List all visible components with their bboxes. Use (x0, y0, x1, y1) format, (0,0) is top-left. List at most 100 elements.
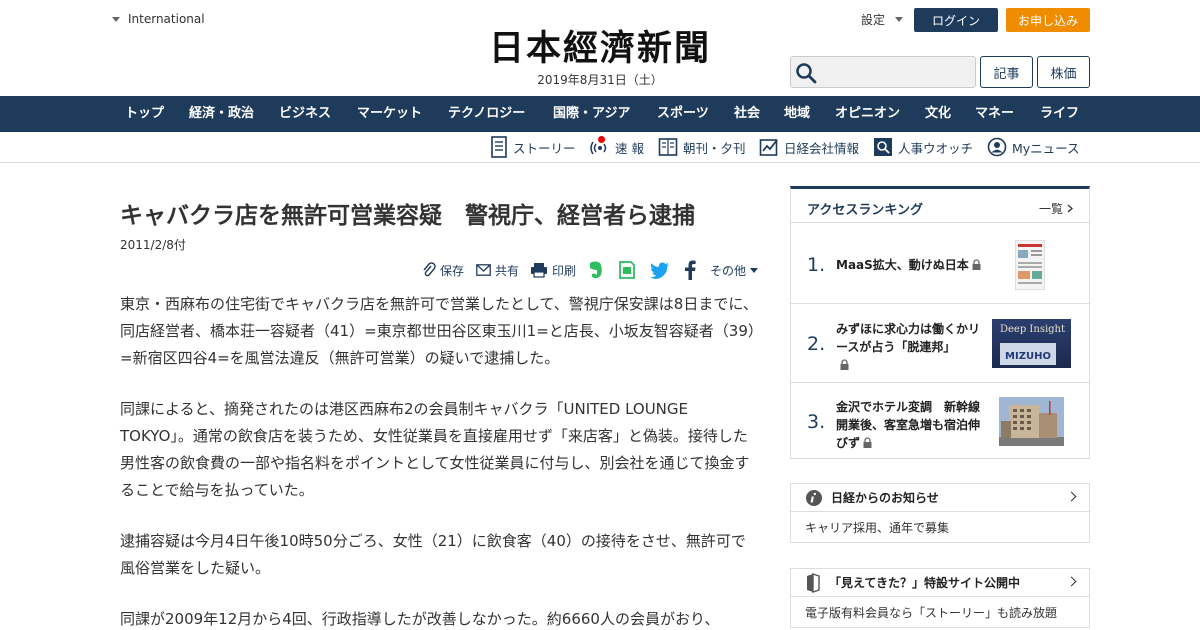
login-button[interactable]: ログイン (914, 8, 998, 32)
info-icon (806, 489, 822, 506)
search-input[interactable] (790, 56, 976, 88)
triangle-down-icon (112, 16, 120, 22)
broadcast-icon (590, 136, 610, 157)
thumbnail-caption: Deep Insight (1000, 324, 1066, 335)
nav-item-money[interactable]: マネー (975, 96, 1014, 132)
region-selector[interactable]: International (112, 12, 205, 26)
svg-text:日本經濟新聞: 日本經濟新聞 (489, 28, 711, 68)
nav-item-culture[interactable]: 文化 (925, 96, 951, 132)
ranking-item[interactable]: 2. みずほに求心力は働くかリースが占う「脱連邦」 Deep Insight M… (791, 305, 1089, 383)
notice-body: キャリア採用、通年で募集 (805, 520, 950, 535)
ranking-title-text: 金沢でホテル変調 新幹線開業後、客室急増も宿泊伸びず (836, 398, 986, 452)
ranking-number: 3. (807, 411, 826, 433)
nav-item-life[interactable]: ライフ (1040, 96, 1079, 132)
subnav-print-edition[interactable]: 朝刊・夕刊 (658, 135, 746, 159)
article-date: 2011/2/8付 (120, 238, 186, 252)
nikkei-logo[interactable]: 日本經濟新聞 (452, 26, 748, 68)
ranking-number: 1. (807, 254, 826, 276)
facebook-share-button[interactable] (684, 258, 696, 282)
hotel-building-thumbnail (999, 397, 1064, 446)
nav-item-technology[interactable]: テクノロジー (448, 96, 525, 132)
subnav-story-label: ストーリー (513, 140, 576, 156)
subnav-mynews[interactable]: Myニュース (987, 135, 1080, 159)
sub-nav: ストーリー 速 報 朝刊・夕刊 日経会社情報 人事ウオッチ Myニュース (0, 132, 1200, 163)
document-thumbnail (1015, 240, 1045, 290)
book-icon (807, 572, 820, 593)
subnav-company-info[interactable]: 日経会社情報 (759, 135, 859, 159)
search-icon (796, 63, 817, 84)
newspaper-icon (658, 138, 678, 156)
ranking-headline: MaaS拡大、動けぬ日本 (836, 258, 969, 272)
lock-icon (840, 359, 849, 370)
subnav-print-label: 朝刊・夕刊 (683, 140, 746, 156)
chevron-right-icon (1066, 576, 1077, 587)
ranking-headline: 金沢でホテル変調 新幹線開業後、客室急増も宿泊伸びず (836, 400, 981, 450)
share-toolbar: 保存 共有 印刷 その他 (420, 258, 760, 282)
settings-label: 設定 (861, 13, 886, 27)
user-icon (987, 137, 1007, 157)
search-stocks-button[interactable]: 株価 (1037, 56, 1090, 88)
notice-header: 「見えてきた？」特設サイト公開中 (791, 569, 1089, 597)
print-button[interactable]: 印刷 (530, 258, 576, 282)
evernote-button[interactable] (586, 258, 604, 282)
region-label: International (128, 12, 205, 26)
subnav-breaking-label: 速 報 (615, 140, 644, 156)
print-label: 印刷 (552, 263, 577, 278)
nav-item-market[interactable]: マーケット (357, 96, 422, 132)
subnav-personnel[interactable]: 人事ウオッチ (873, 135, 973, 159)
nav-item-sports[interactable]: スポーツ (657, 96, 709, 132)
subscribe-button[interactable]: お申し込み (1006, 8, 1090, 32)
nav-item-region[interactable]: 地域 (784, 96, 810, 132)
ranking-more-label: 一覧 (1038, 202, 1063, 216)
note-button[interactable] (618, 258, 636, 282)
nikkei-notice-box[interactable]: 日経からのお知らせ キャリア採用、通年で募集 (790, 483, 1090, 543)
nav-item-society[interactable]: 社会 (734, 96, 760, 132)
ranking-title: アクセスランキング (807, 203, 923, 218)
edition-date: 2019年8月31日（土） (537, 73, 663, 87)
ranking-header: アクセスランキング 一覧 (791, 189, 1089, 223)
lock-icon (863, 437, 872, 448)
article-paragraph: 東京・西麻布の住宅街でキャバクラ店を無許可で営業したとして、警視庁保安課は8日ま… (120, 295, 758, 367)
triangle-down-icon (895, 17, 904, 22)
search-articles-button[interactable]: 記事 (980, 56, 1033, 88)
nav-item-international[interactable]: 国際・アジア (553, 96, 630, 132)
svg-text:MIZUHO: MIZUHO (1005, 351, 1051, 362)
twitter-share-button[interactable] (650, 258, 670, 282)
more-share-button[interactable]: その他 (710, 258, 759, 282)
mail-icon (476, 264, 491, 276)
nav-item-opinion[interactable]: オピニオン (835, 96, 900, 132)
chart-icon (759, 139, 778, 156)
evernote-icon (590, 261, 602, 279)
article-paragraph: 同課が2009年12月から4回、行政指導したが改善しなかった。約6660人の会員… (120, 610, 720, 628)
ranking-more-link[interactable]: 一覧 (1039, 200, 1073, 217)
save-button[interactable]: 保存 (422, 258, 464, 282)
nav-item-business[interactable]: ビジネス (279, 96, 331, 132)
save-label: 保存 (440, 263, 465, 278)
subnav-company-label: 日経会社情報 (784, 140, 860, 156)
access-ranking: アクセスランキング 一覧 1. MaaS拡大、動けぬ日本 2. みずほに求心力は… (790, 186, 1090, 459)
site-header: International 日本經濟新聞 2019年8月31日（土） 設定 ログ… (0, 0, 1200, 96)
document-icon (491, 136, 507, 158)
settings-menu[interactable]: 設定 (861, 11, 904, 28)
magnifier-box-icon (874, 138, 892, 156)
share-button[interactable]: 共有 (476, 258, 519, 282)
ranking-title-text: MaaS拡大、動けぬ日本 (836, 256, 996, 274)
subnav-breaking[interactable]: 速 報 (590, 135, 644, 159)
lock-icon (972, 259, 981, 270)
notice-header: 日経からのお知らせ (791, 484, 1089, 512)
ranking-item[interactable]: 3. 金沢でホテル変調 新幹線開業後、客室急増も宿泊伸びず (791, 383, 1089, 461)
nav-item-top[interactable]: トップ (125, 96, 164, 132)
note-icon (619, 261, 635, 279)
chevron-right-icon (1066, 491, 1077, 502)
printer-icon (531, 263, 547, 278)
nav-item-economy[interactable]: 経済・政治 (189, 96, 254, 132)
subnav-personnel-label: 人事ウオッチ (898, 140, 974, 156)
subnav-story[interactable]: ストーリー (490, 135, 576, 159)
special-site-notice-box[interactable]: 「見えてきた？」特設サイト公開中 電子版有料会員なら「ストーリー」も読み放題 (790, 568, 1090, 628)
ranking-item[interactable]: 1. MaaS拡大、動けぬ日本 (791, 226, 1089, 304)
facebook-icon (685, 260, 696, 280)
subnav-mynews-label: Myニュース (1012, 140, 1080, 156)
article-paragraph: 同課によると、摘発されたのは港区西麻布2の会員制キャバクラ「UNITED LOU… (120, 400, 750, 499)
notice-body: 電子版有料会員なら「ストーリー」も読み放題 (805, 605, 1058, 620)
more-share-label: その他 (710, 263, 747, 278)
